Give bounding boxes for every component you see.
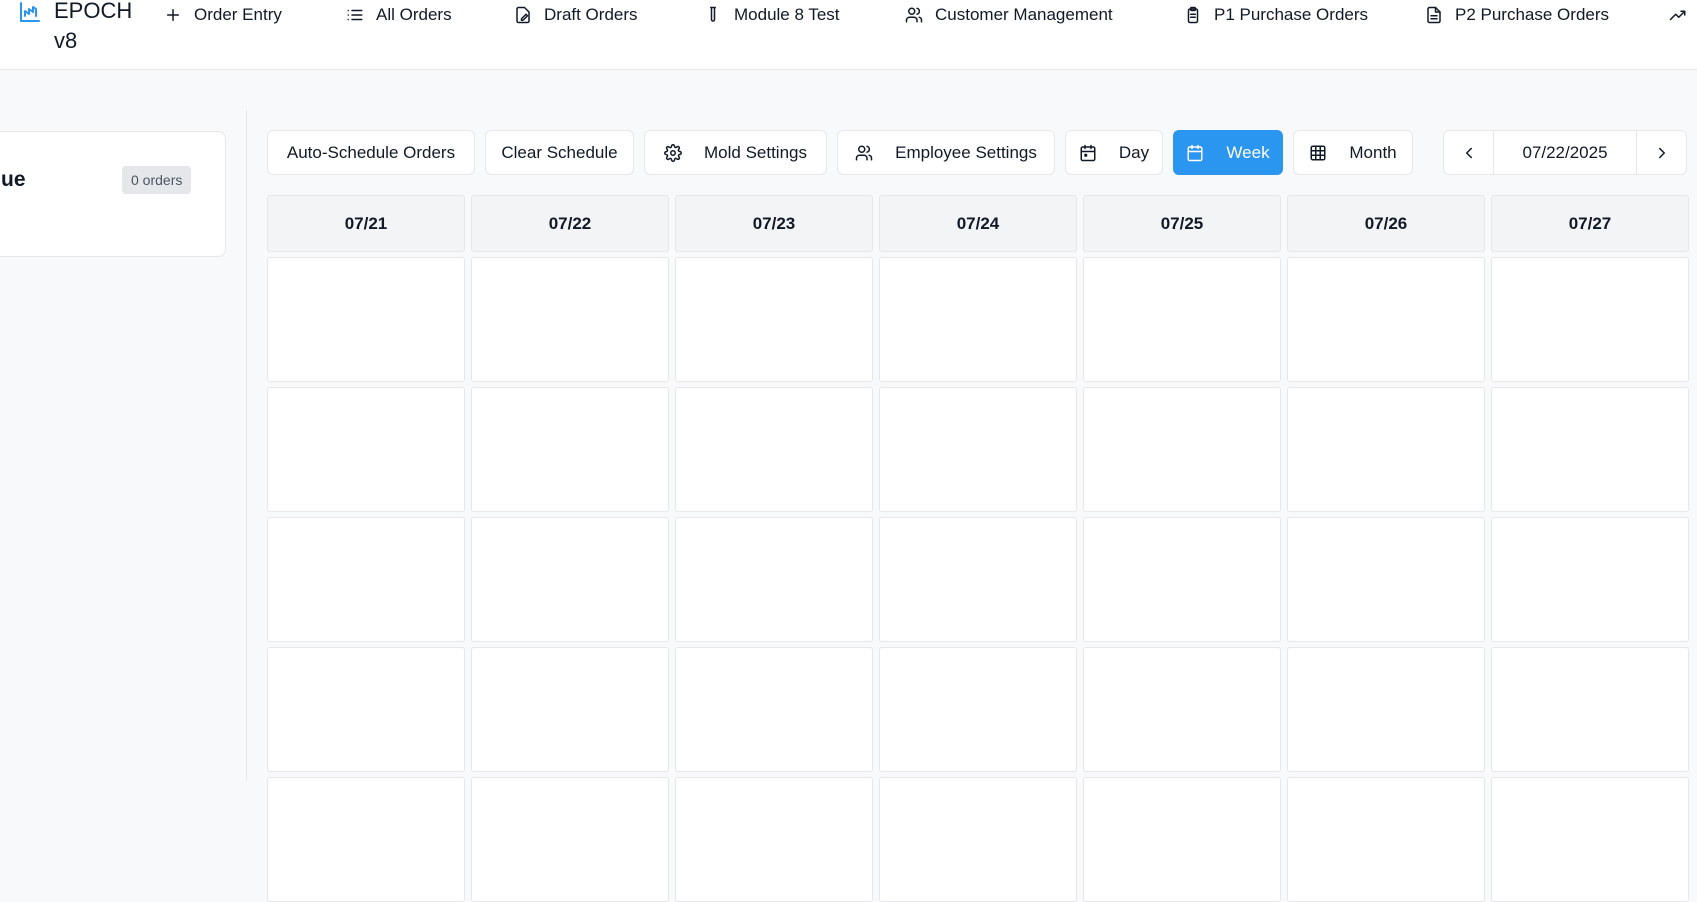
day-header: 07/27 (1491, 195, 1689, 252)
previous-period-button[interactable] (1443, 130, 1494, 175)
mold-settings-button[interactable]: Mold Settings (644, 130, 827, 175)
brand-line-1: EPOCH (54, 0, 133, 23)
schedule-slot[interactable] (879, 647, 1077, 772)
schedule-slot[interactable] (471, 647, 669, 772)
order-queue-card: ue 0 orders (0, 131, 226, 257)
day-header: 07/24 (879, 195, 1077, 252)
nav-label: Customer Management (935, 5, 1113, 24)
chevron-right-icon (1658, 147, 1665, 158)
schedule-slot[interactable] (1491, 517, 1689, 642)
view-week-button[interactable]: Week (1173, 130, 1283, 175)
schedule-slot[interactable] (1083, 387, 1281, 512)
brand-line-2: v8 (54, 28, 78, 53)
calendar-icon (1187, 144, 1203, 161)
schedule-slot[interactable] (675, 387, 873, 512)
next-period-button[interactable] (1636, 130, 1687, 175)
sidebar-divider (246, 110, 247, 781)
users-icon (905, 7, 923, 23)
schedule-slot[interactable] (267, 647, 465, 772)
nav-customer-management[interactable]: Customer Management (905, 0, 1113, 30)
button-label: Auto-Schedule Orders (286, 142, 456, 162)
chevron-left-icon (1465, 147, 1472, 158)
schedule-slot[interactable] (471, 517, 669, 642)
schedule-slot[interactable] (1491, 387, 1689, 512)
nav-label: P2 Purchase Orders (1455, 5, 1610, 24)
button-label: Clear Schedule (501, 142, 618, 162)
view-day-button[interactable]: Day (1065, 130, 1163, 175)
factory-chart-icon (20, 2, 40, 22)
schedule-slot[interactable] (1491, 777, 1689, 902)
schedule-slot[interactable] (879, 777, 1077, 902)
button-label: Employee Settings (895, 142, 1037, 162)
auto-schedule-button[interactable]: Auto-Schedule Orders (267, 130, 475, 175)
schedule-slot[interactable] (1287, 387, 1485, 512)
schedule-slot[interactable] (267, 777, 465, 902)
schedule-slot[interactable] (471, 387, 669, 512)
schedule-slot[interactable] (471, 257, 669, 382)
nav-label: Module 8 Test (734, 5, 840, 24)
queue-title: ue (1, 168, 26, 191)
top-navigation: EPOCH v8 Order Entry All Orders Draft Or… (0, 0, 1697, 70)
nav-p1-purchase-orders[interactable]: P1 Purchase Orders (1184, 0, 1368, 30)
schedule-slot[interactable] (675, 647, 873, 772)
list-icon (347, 9, 363, 21)
button-label: Mold Settings (704, 142, 807, 162)
day-header: 07/21 (267, 195, 465, 252)
current-date-display: 07/22/2025 (1494, 130, 1636, 175)
schedule-slot[interactable] (471, 777, 669, 902)
schedule-slot[interactable] (1083, 257, 1281, 382)
document-icon (1427, 6, 1441, 24)
schedule-slot[interactable] (1083, 517, 1281, 642)
users-icon (855, 145, 873, 160)
brand[interactable]: EPOCH v8 (18, 0, 132, 56)
button-label: Day (1118, 142, 1150, 162)
queue-count-badge: 0 orders (122, 166, 192, 194)
nav-draft-orders[interactable]: Draft Orders (514, 0, 638, 30)
brand-name: EPOCH v8 (54, 0, 132, 56)
day-header: 07/23 (675, 195, 873, 252)
schedule-slot[interactable] (267, 257, 465, 382)
schedule-slot[interactable] (267, 387, 465, 512)
day-header: 07/26 (1287, 195, 1485, 252)
button-label: Month (1349, 142, 1397, 162)
nav-order-entry[interactable]: Order Entry (164, 0, 282, 30)
nav-all-orders[interactable]: All Orders (346, 0, 452, 30)
nav-p2-purchase-orders[interactable]: P2 Purchase Orders (1425, 0, 1609, 30)
nav-label: P1 Purchase Orders (1214, 5, 1369, 24)
nav-label: Draft Orders (544, 5, 638, 24)
view-month-button[interactable]: Month (1293, 130, 1413, 175)
button-label: Week (1226, 142, 1270, 162)
nav-overflow-item[interactable] (1669, 0, 1697, 30)
clipboard-icon (1187, 6, 1199, 24)
plus-icon (167, 9, 179, 21)
schedule-slot[interactable] (267, 517, 465, 642)
schedule-slot[interactable] (879, 517, 1077, 642)
day-header: 07/25 (1083, 195, 1281, 252)
schedule-slot[interactable] (1491, 257, 1689, 382)
schedule-slot[interactable] (675, 777, 873, 902)
trending-up-icon (1669, 10, 1686, 21)
schedule-slot[interactable] (1287, 257, 1485, 382)
test-tube-icon (710, 6, 716, 22)
schedule-slot[interactable] (1287, 777, 1485, 902)
grid-icon (1310, 145, 1326, 160)
employee-settings-button[interactable]: Employee Settings (837, 130, 1055, 175)
clear-schedule-button[interactable]: Clear Schedule (485, 130, 634, 175)
schedule-slot[interactable] (1083, 647, 1281, 772)
schedule-slot[interactable] (1491, 647, 1689, 772)
schedule-slot[interactable] (1083, 777, 1281, 902)
schedule-slot[interactable] (879, 387, 1077, 512)
schedule-slot[interactable] (879, 257, 1077, 382)
schedule-slot[interactable] (675, 257, 873, 382)
schedule-slot[interactable] (675, 517, 873, 642)
schedule-slot[interactable] (1287, 647, 1485, 772)
nav-label: Order Entry (194, 5, 282, 24)
nav-label: All Orders (376, 5, 452, 24)
day-header: 07/22 (471, 195, 669, 252)
nav-module-8-test[interactable]: Module 8 Test (704, 0, 840, 30)
calendar-day-icon (1080, 144, 1096, 161)
edit-document-icon (516, 6, 530, 24)
gear-icon (664, 143, 682, 162)
schedule-slot[interactable] (1287, 517, 1485, 642)
